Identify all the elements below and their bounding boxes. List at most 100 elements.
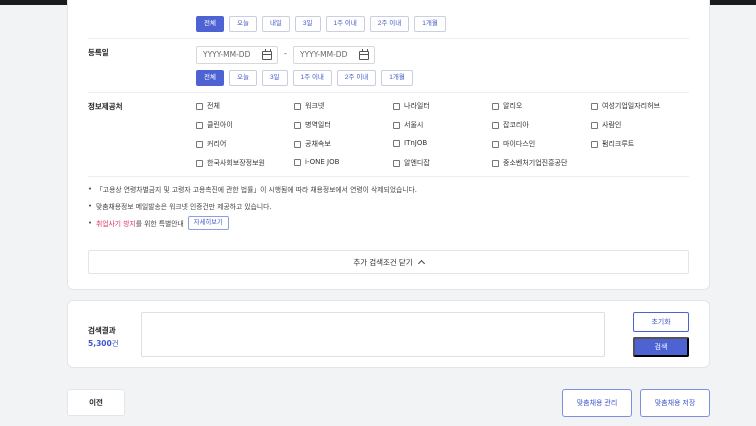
provider-label: 여성기업일자리허브 xyxy=(602,102,660,110)
provider-label: 서울시 xyxy=(404,121,424,129)
result-count-number: 5,300 xyxy=(88,339,112,348)
provider-label: 공채속보 xyxy=(305,140,331,148)
note-mail: • 맞춤채용정보 메일발송은 워크넷 인증건만 제공하고 있습니다. xyxy=(88,202,272,211)
note-text: 를 위한 특별안내 xyxy=(135,220,184,228)
provider-label: 마이다스인 xyxy=(503,140,536,148)
provider-label: 클린아이 xyxy=(207,121,233,129)
result-label: 검색결과 xyxy=(88,326,116,335)
save-custom-jobs-button[interactable]: 맞춤채용 저장 xyxy=(640,389,710,417)
checkbox[interactable] xyxy=(591,140,598,148)
checkbox[interactable] xyxy=(294,102,301,110)
period-chip-group: 전체 오늘 내일 3일 1주 이내 2주 이내 1개월 xyxy=(196,16,446,32)
search-button[interactable]: 검색 xyxy=(633,337,689,357)
checkbox[interactable] xyxy=(294,158,301,166)
provider-label: 중소벤처기업진흥공단 xyxy=(503,159,568,167)
checkbox[interactable] xyxy=(393,159,400,167)
register-chip-1month[interactable]: 1개월 xyxy=(381,70,413,86)
checkbox[interactable] xyxy=(393,139,400,147)
provider-checkbox[interactable]: 마이다스인 xyxy=(492,139,535,149)
period-chip-all[interactable]: 전체 xyxy=(196,16,224,32)
provider-checkbox[interactable]: ITnJOB xyxy=(393,139,427,147)
checkbox[interactable] xyxy=(294,121,301,129)
provider-checkbox[interactable]: 커리어 xyxy=(196,139,226,149)
view-details-button[interactable]: 자세히보기 xyxy=(187,216,229,230)
start-date-placeholder: YYYY-MM-DD xyxy=(203,50,251,59)
period-chip-1week[interactable]: 1주 이내 xyxy=(325,16,365,32)
divider xyxy=(88,176,689,177)
checkbox[interactable] xyxy=(294,140,301,148)
calendar-icon[interactable] xyxy=(262,49,272,60)
provider-checkbox[interactable]: 중소벤처기업진흥공단 xyxy=(492,158,567,168)
register-chip-group: 전체 오늘 3일 1주 이내 2주 이내 1개월 xyxy=(196,70,413,86)
checkbox[interactable] xyxy=(492,140,499,148)
period-chip-1month[interactable]: 1개월 xyxy=(414,16,446,32)
checkbox[interactable] xyxy=(196,102,203,110)
result-panel: 검색결과 5,300건 초기화 검색 xyxy=(67,300,710,368)
register-chip-3days[interactable]: 3일 xyxy=(261,70,288,86)
checkbox[interactable] xyxy=(492,102,499,110)
period-chip-today[interactable]: 오늘 xyxy=(228,16,257,32)
calendar-icon[interactable] xyxy=(359,49,369,60)
checkbox[interactable] xyxy=(591,121,598,129)
register-chip-2weeks[interactable]: 2주 이내 xyxy=(336,70,377,86)
provider-label: 한국사회보장정보원 xyxy=(207,159,265,167)
chevron-up-icon xyxy=(417,259,425,268)
divider xyxy=(88,38,689,39)
period-chip-tomorrow[interactable]: 내일 xyxy=(261,16,290,32)
checkbox[interactable] xyxy=(393,121,400,129)
provider-checkbox[interactable]: 알엔디잡 xyxy=(393,158,430,168)
provider-label: i-ONE JOB xyxy=(305,158,340,166)
register-start-date-input[interactable]: YYYY-MM-DD xyxy=(196,46,278,64)
provider-label: 펌리크루트 xyxy=(602,140,635,148)
provider-checkbox[interactable]: 잡코리아 xyxy=(492,120,529,130)
note-age-law: • 「고용상 연령차별금지 및 고령자 고용촉진에 관한 법률」이 시행됨에 따라… xyxy=(88,185,417,194)
checkbox[interactable] xyxy=(591,102,598,110)
date-separator: - xyxy=(284,49,287,58)
provider-checkbox[interactable]: 서울시 xyxy=(393,120,423,130)
provider-checkbox[interactable]: 알리오 xyxy=(492,101,522,111)
checkbox[interactable] xyxy=(196,159,203,167)
reset-button[interactable]: 초기화 xyxy=(633,312,689,332)
register-date-label: 등록일 xyxy=(88,48,109,57)
register-chip-all[interactable]: 전체 xyxy=(196,70,224,86)
provider-label: ITnJOB xyxy=(404,139,428,147)
checkbox[interactable] xyxy=(196,140,203,148)
collapse-label: 추가 검색조건 닫기 xyxy=(353,257,413,267)
provider-checkbox[interactable]: 사람인 xyxy=(591,120,621,130)
provider-checkbox[interactable]: 전체 xyxy=(196,101,220,111)
search-conditions-panel: 전체 오늘 내일 3일 1주 이내 2주 이내 1개월 등록일 YYYY-MM-… xyxy=(67,0,710,290)
checkbox[interactable] xyxy=(492,159,499,167)
provider-checkbox[interactable]: 병역일터 xyxy=(294,120,331,130)
provider-label: 알리오 xyxy=(503,102,523,110)
end-date-placeholder: YYYY-MM-DD xyxy=(300,50,348,59)
provider-checkbox[interactable]: 클린아이 xyxy=(196,120,233,130)
manage-custom-jobs-button[interactable]: 맞춤채용 관리 xyxy=(562,389,632,417)
provider-checkbox[interactable]: 여성기업일자리허브 xyxy=(591,101,660,111)
provider-checkbox[interactable]: 공채속보 xyxy=(294,139,331,149)
period-chip-2weeks[interactable]: 2주 이내 xyxy=(369,16,410,32)
register-chip-today[interactable]: 오늘 xyxy=(228,70,257,86)
provider-label: 병역일터 xyxy=(305,121,331,129)
provider-label: 전체 xyxy=(207,102,220,110)
checkbox[interactable] xyxy=(492,121,499,129)
collapse-conditions-button[interactable]: 추가 검색조건 닫기 xyxy=(88,250,689,274)
register-end-date-input[interactable]: YYYY-MM-DD xyxy=(293,46,375,64)
register-chip-1week[interactable]: 1주 이내 xyxy=(292,70,332,86)
provider-checkbox[interactable]: 워크넷 xyxy=(294,101,324,111)
provider-label: 알엔디잡 xyxy=(404,159,430,167)
checkbox[interactable] xyxy=(393,102,400,110)
note-text: 맞춤채용정보 메일발송은 워크넷 인증건만 제공하고 있습니다. xyxy=(96,203,272,211)
checkbox[interactable] xyxy=(196,121,203,129)
fraud-highlight: 취업사기 방지 xyxy=(96,220,136,228)
provider-checkbox[interactable]: i-ONE JOB xyxy=(294,158,339,166)
provider-checkbox[interactable]: 나라일터 xyxy=(393,101,430,111)
selected-conditions-box xyxy=(141,312,605,357)
note-text: 「고용상 연령차별금지 및 고령자 고용촉진에 관한 법률」이 시행됨에 따라 … xyxy=(96,186,417,194)
provider-checkbox[interactable]: 한국사회보장정보원 xyxy=(196,158,265,168)
provider-label: 커리어 xyxy=(207,140,227,148)
provider-checkbox[interactable]: 펌리크루트 xyxy=(591,139,634,149)
result-count: 5,300건 xyxy=(88,338,119,349)
note-fraud: • 취업사기 방지 를 위한 특별안내 자세히보기 xyxy=(88,216,229,230)
prev-button[interactable]: 이전 xyxy=(67,389,125,416)
period-chip-3days[interactable]: 3일 xyxy=(294,16,321,32)
